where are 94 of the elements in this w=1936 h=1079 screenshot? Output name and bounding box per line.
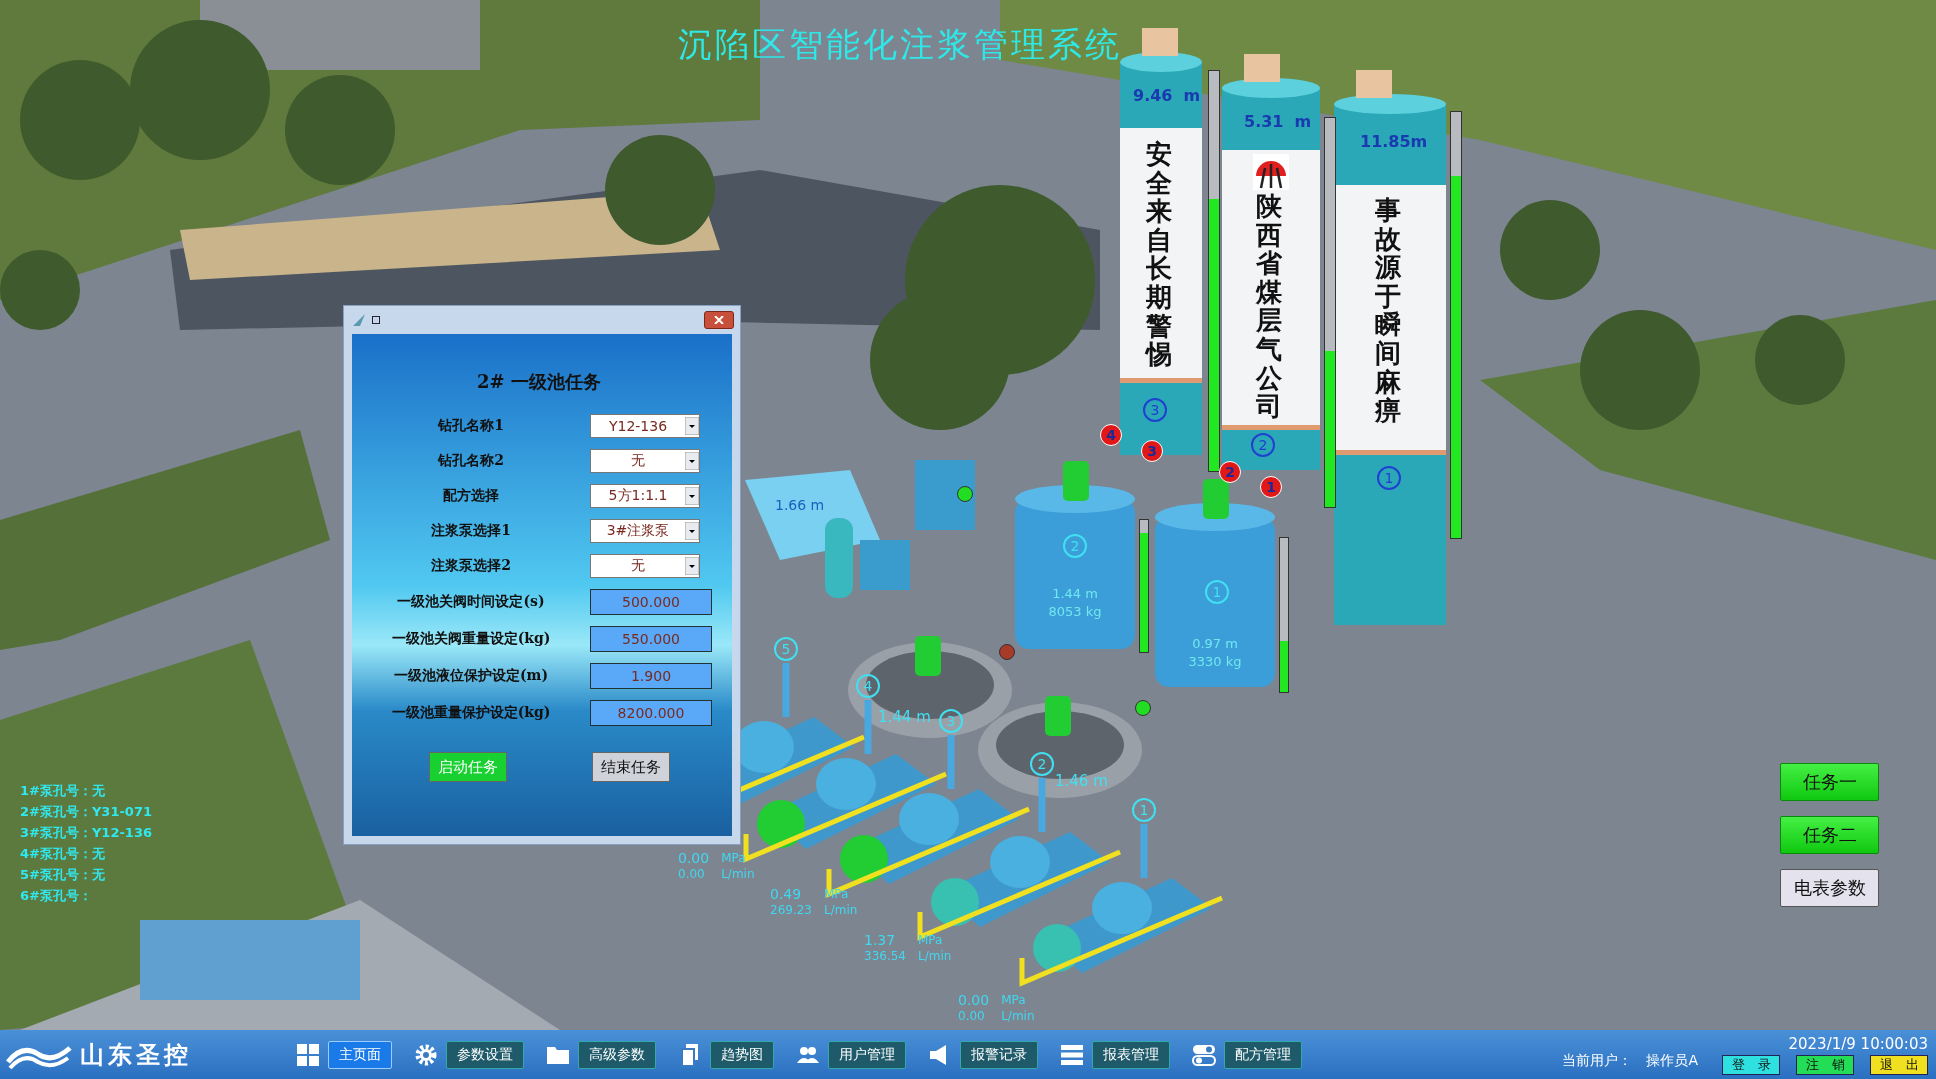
tank-level-reading: 1.44 m — [1052, 585, 1098, 603]
silo-slogan: 陕西省煤层气公司 — [1256, 192, 1282, 421]
close-button[interactable] — [704, 311, 734, 329]
circled-number: 2 — [1030, 752, 1054, 776]
dropdown-field[interactable]: Y12-136 — [590, 414, 700, 438]
nav-tab[interactable]: 高级参数 — [578, 1040, 656, 1069]
silo-height-reading: 11.85m — [1360, 132, 1428, 151]
pool-level-reading: 1.44 m — [878, 708, 931, 726]
field-label: 一级池关阀重量设定(kg) — [390, 630, 552, 648]
pressure-reading: 0.00 — [958, 992, 990, 1008]
nav-tab[interactable]: 主页面 — [328, 1040, 392, 1069]
circled-number: 3 — [939, 709, 963, 733]
caret-icon — [685, 557, 699, 575]
nav-tab[interactable]: 报警记录 — [960, 1040, 1038, 1069]
user-name: 操作员A — [1646, 1051, 1698, 1070]
session-button[interactable]: 登 录 — [1722, 1054, 1780, 1075]
field-label: 钻孔名称2 — [436, 452, 505, 470]
user-label: 当前用户： — [1562, 1051, 1633, 1070]
nav-tab[interactable]: 趋势图 — [710, 1040, 774, 1069]
field-label: 一级池关阀时间设定(s) — [396, 593, 546, 611]
flow-reading: 0.00 — [678, 866, 706, 882]
grid-icon[interactable] — [296, 1042, 320, 1067]
circled-number: 2 — [1251, 433, 1275, 457]
list-icon[interactable] — [1060, 1042, 1084, 1067]
dialog-heading: 2# 一级池任务 — [476, 370, 602, 394]
caret-icon — [685, 487, 699, 505]
square-icon — [372, 316, 380, 324]
close-icon — [714, 316, 724, 324]
dropdown-field[interactable]: 无 — [590, 554, 700, 578]
pressure-unit: MPa — [918, 932, 944, 948]
silo-slogan: 事故源于瞬间麻痹 — [1375, 196, 1401, 425]
pump-hole-label: 5#泵孔号：无 — [20, 866, 106, 883]
caret-icon — [685, 417, 699, 435]
silo-height-reading: 5.31 m — [1244, 112, 1312, 131]
pressure-reading: 0.00 — [678, 850, 710, 866]
pump-hole-label: 4#泵孔号：无 — [20, 845, 106, 862]
pump-hole-label: 2#泵孔号：Y31-071 — [20, 803, 152, 820]
task-button[interactable]: 任务二 — [1780, 816, 1879, 854]
field-label: 注浆泵选择2 — [430, 557, 512, 575]
circled-number: 4 — [856, 674, 880, 698]
task-button[interactable]: 电表参数 — [1780, 869, 1879, 907]
field-label: 配方选择 — [442, 487, 500, 505]
circled-number: 2 — [1063, 534, 1087, 558]
flow-unit: L/min — [721, 866, 755, 882]
pressure-unit: MPa — [1001, 992, 1027, 1008]
flow-unit: L/min — [918, 948, 952, 964]
field-label: 一级池液位保护设定(m) — [392, 667, 550, 685]
flow-unit: L/min — [824, 902, 858, 918]
circled-number: 5 — [774, 637, 798, 661]
value-field[interactable]: 8200.000 — [590, 700, 712, 726]
circled-number: 3 — [1143, 398, 1167, 422]
circled-number: 1 — [1132, 798, 1156, 822]
pressure-reading: 1.37 — [864, 932, 897, 948]
tank-weight-reading: 3330 kg — [1188, 653, 1242, 671]
app-icon — [352, 313, 366, 327]
session-button[interactable]: 注 销 — [1796, 1054, 1854, 1075]
date-time: 2023/1/9 10:00:03 — [1788, 1034, 1928, 1053]
caret-icon — [685, 522, 699, 540]
gear-icon[interactable] — [414, 1042, 438, 1067]
flow-reading: 269.23 — [770, 902, 812, 918]
pump-hole-label: 1#泵孔号：无 — [20, 782, 106, 799]
session-button[interactable]: 退 出 — [1870, 1054, 1928, 1075]
value-field[interactable]: 500.000 — [590, 589, 712, 615]
company-name: 山东圣控 — [80, 1038, 192, 1071]
tank-level-reading: 0.97 m — [1192, 635, 1238, 653]
dropdown-field[interactable]: 无 — [590, 449, 700, 473]
pressure-reading: 0.49 — [770, 886, 803, 902]
value-field[interactable]: 550.000 — [590, 626, 712, 652]
dropdown-field[interactable]: 5方1:1.1 — [590, 484, 700, 508]
task-action-button[interactable]: 结束任务 — [591, 752, 670, 782]
silo-height-reading: 9.46 m — [1133, 86, 1201, 105]
circled-number: 1 — [1377, 466, 1401, 490]
nav-tab[interactable]: 参数设置 — [446, 1040, 524, 1069]
nav-tab[interactable]: 配方管理 — [1224, 1040, 1302, 1069]
field-label: 钻孔名称1 — [436, 417, 505, 435]
pump-hole-label: 6#泵孔号： — [20, 887, 93, 904]
circled-number: 1 — [1205, 580, 1229, 604]
field-label: 注浆泵选择1 — [430, 522, 512, 540]
task-button[interactable]: 任务一 — [1780, 763, 1879, 801]
caret-icon — [685, 452, 699, 470]
flow-reading: 336.54 — [864, 948, 906, 964]
nav-tab[interactable]: 用户管理 — [828, 1040, 906, 1069]
flow-reading: 0.00 — [958, 1008, 986, 1024]
pump-hole-label: 3#泵孔号：Y12-136 — [20, 824, 152, 841]
pool-level-reading: 1.46 m — [1055, 772, 1108, 790]
dropdown-field[interactable]: 3#注浆泵 — [590, 519, 700, 543]
field-label: 一级池重量保护设定(kg) — [390, 704, 552, 722]
silo-slogan: 安全来自长期警惕 — [1146, 140, 1172, 369]
toggle-icon[interactable] — [1192, 1042, 1216, 1067]
flow-unit: L/min — [1001, 1008, 1035, 1024]
value-field[interactable]: 1.900 — [590, 663, 712, 689]
water-level-reading: 1.66 m — [775, 497, 825, 513]
nav-tab[interactable]: 报表管理 — [1092, 1040, 1170, 1069]
tank-weight-reading: 8053 kg — [1048, 603, 1102, 621]
